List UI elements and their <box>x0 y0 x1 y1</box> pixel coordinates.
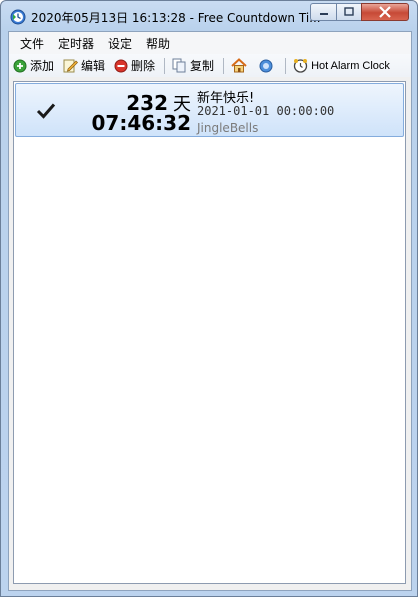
edit-button[interactable]: 编辑 <box>63 57 105 74</box>
add-button[interactable]: 添加 <box>13 57 54 74</box>
app-window: 2020年05月13日 16:13:28 - Free Countdown Ti… <box>0 0 418 597</box>
plus-circle-icon <box>13 59 27 72</box>
alarm-clock-icon <box>293 59 308 73</box>
copy-document-icon <box>172 58 186 73</box>
timer-list[interactable]: 232 天 07:46:32 新年快乐! 2021-01-01 00:00:00 … <box>13 81 406 584</box>
close-icon <box>379 6 391 18</box>
help-icon <box>259 59 273 72</box>
pencil-note-icon <box>63 59 79 73</box>
hot-alarm-clock-button[interactable]: Hot Alarm Clock <box>293 58 390 73</box>
edit-button-label: 编辑 <box>81 59 106 73</box>
window-title: 2020年05月13日 16:13:28 - Free Countdown Ti… <box>31 11 321 25</box>
check-icon[interactable] <box>36 102 56 124</box>
maximize-icon <box>344 7 354 16</box>
timer-sound: JingleBells <box>197 121 259 135</box>
minus-circle-icon <box>114 59 128 72</box>
menu-file[interactable]: 文件 <box>13 35 51 52</box>
home-icon <box>231 58 247 73</box>
client-area: 文件 定时器 设定 帮助 添加 编辑 删除 复制 Hot Alarm Clock… <box>8 31 412 591</box>
toolbar-separator <box>285 57 287 74</box>
minimize-icon <box>319 13 328 15</box>
countdown-clock-icon <box>10 9 26 25</box>
hot-alarm-clock-label: Hot Alarm Clock <box>311 59 390 72</box>
copy-button-label: 复制 <box>190 59 215 73</box>
maximize-button[interactable] <box>336 3 362 21</box>
copy-button[interactable]: 复制 <box>172 57 214 74</box>
title-bar[interactable]: 2020年05月13日 16:13:28 - Free Countdown Ti… <box>1 1 417 31</box>
menu-bar: 文件 定时器 设定 帮助 <box>9 32 411 54</box>
delete-button[interactable]: 删除 <box>114 57 155 74</box>
toolbar: 添加 编辑 删除 复制 Hot Alarm Clock <box>9 54 411 77</box>
toolbar-separator <box>164 57 166 74</box>
remaining-time: 07:46:32 <box>91 111 192 135</box>
timer-target-date: 2021-01-01 00:00:00 <box>197 104 335 118</box>
minimize-button[interactable] <box>310 3 337 21</box>
delete-button-label: 删除 <box>131 59 156 73</box>
menu-timer[interactable]: 定时器 <box>51 35 101 52</box>
help-button[interactable] <box>259 59 276 73</box>
menu-settings[interactable]: 设定 <box>101 35 139 52</box>
toolbar-separator <box>223 57 225 74</box>
close-button[interactable] <box>361 3 409 21</box>
home-button[interactable] <box>231 58 250 73</box>
add-button-label: 添加 <box>30 59 55 73</box>
menu-help[interactable]: 帮助 <box>139 35 177 52</box>
timer-row[interactable]: 232 天 07:46:32 新年快乐! 2021-01-01 00:00:00 … <box>15 83 404 137</box>
